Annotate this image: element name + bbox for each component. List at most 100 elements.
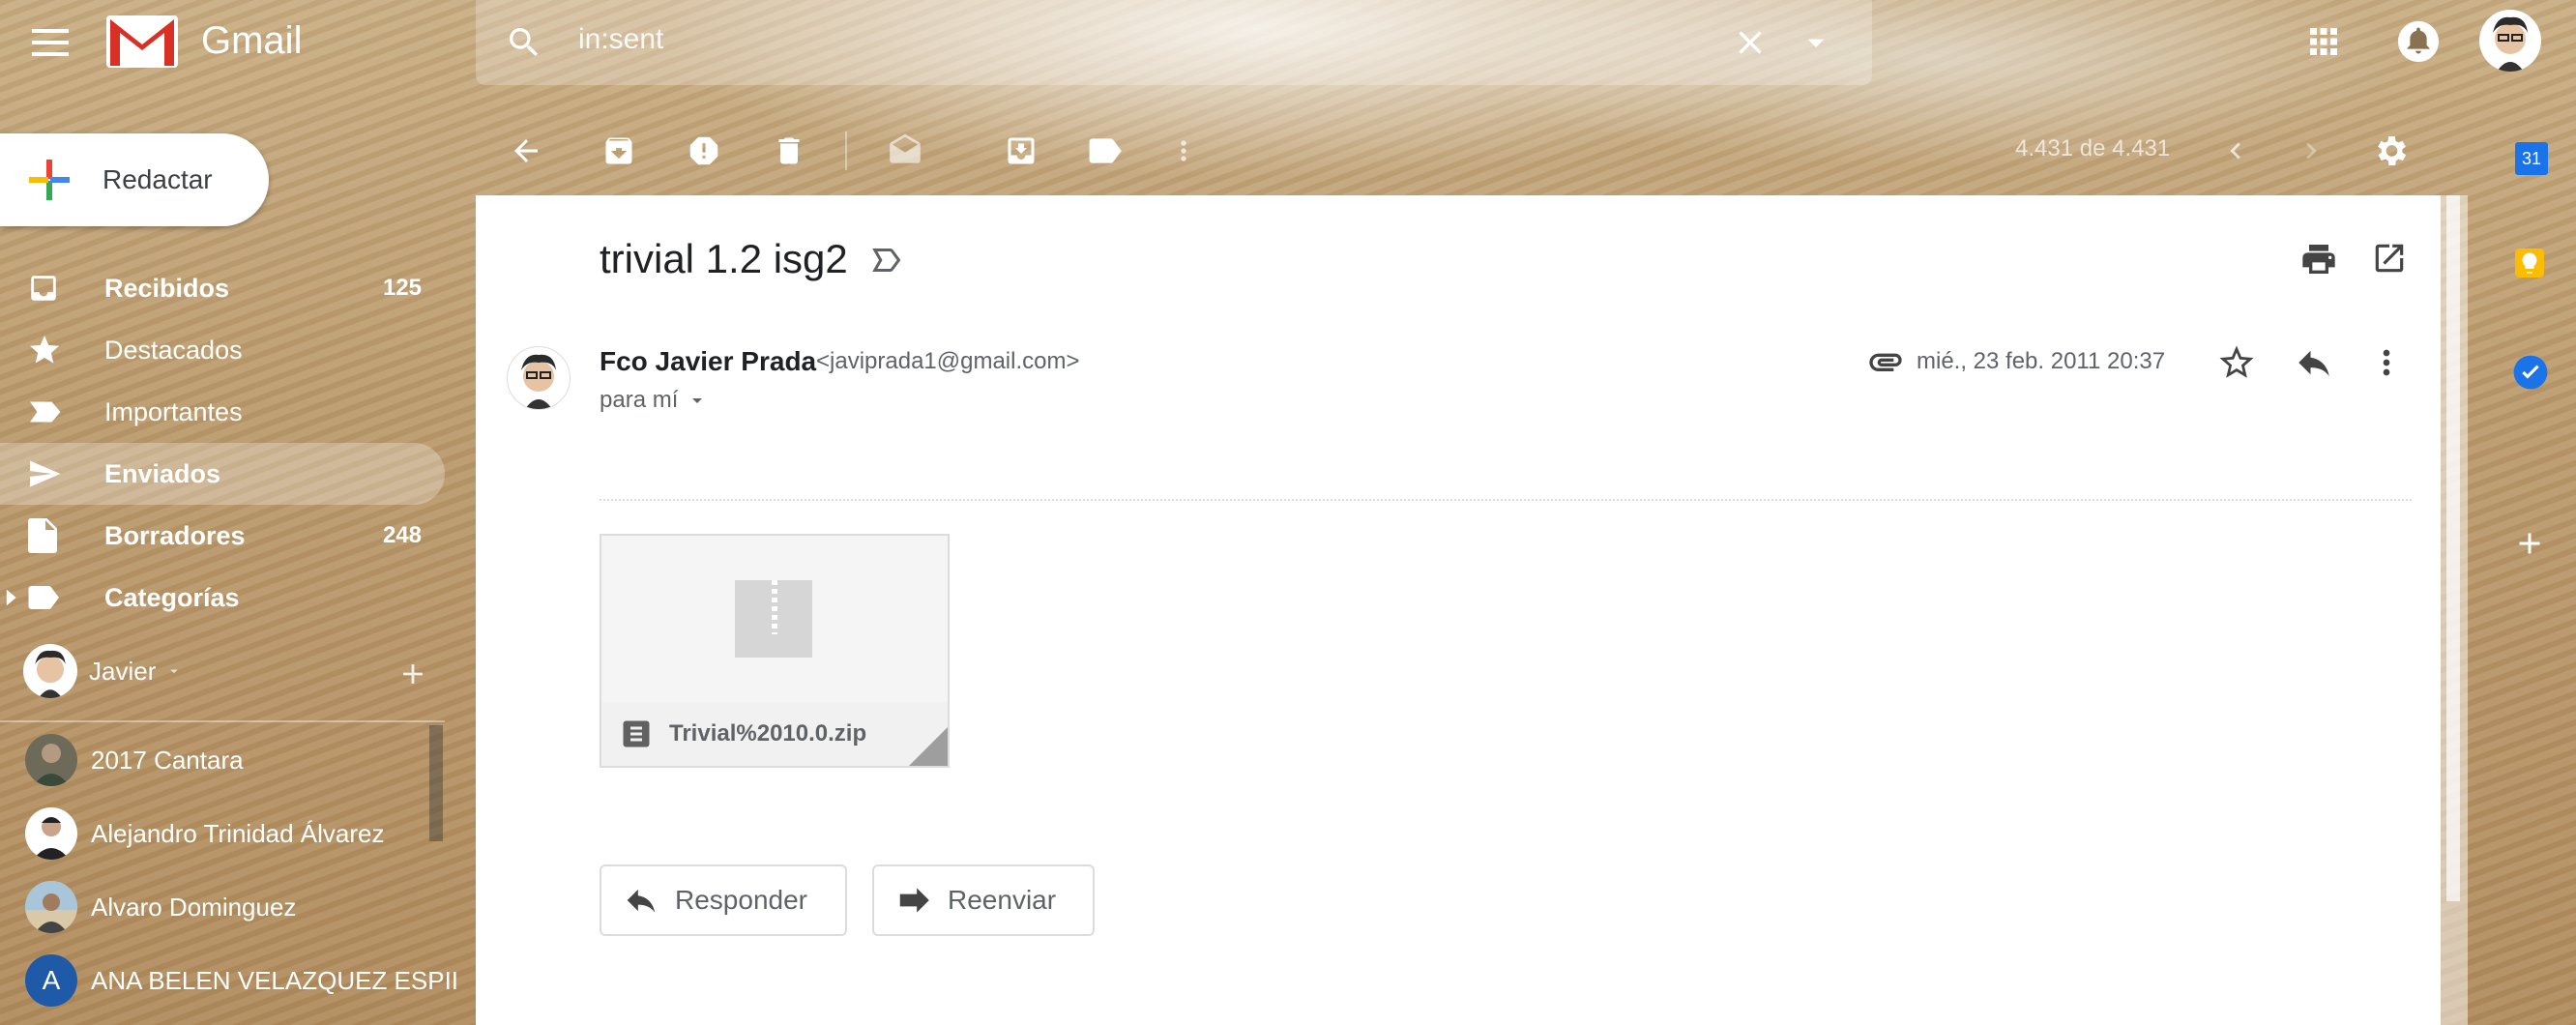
divider: [845, 132, 847, 170]
sidebar-item-drafts[interactable]: Borradores 248: [0, 505, 445, 567]
tasks-icon[interactable]: [2512, 354, 2551, 393]
reply-label: Responder: [675, 885, 807, 915]
calendar-icon[interactable]: 31: [2512, 139, 2551, 178]
list-item[interactable]: Alejandro Trinidad Álvarez: [0, 797, 445, 870]
spam-icon: [689, 136, 718, 165]
move-to-button[interactable]: [994, 124, 1048, 178]
contact-name: Alvaro Dominguez: [91, 892, 297, 922]
expand-arrow-icon[interactable]: [4, 588, 17, 607]
sidebar-item-categories[interactable]: Categorías: [0, 567, 445, 629]
hangouts-user[interactable]: Javier: [23, 644, 183, 698]
list-item[interactable]: 2017 Cantara: [0, 723, 445, 797]
divider: [600, 499, 2412, 501]
recipient-text: para mí: [600, 387, 679, 413]
notifications-icon[interactable]: [2396, 19, 2441, 64]
newer-button[interactable]: [2209, 124, 2263, 178]
attachment-card[interactable]: Trivial%2010.0.zip: [600, 534, 950, 768]
add-contact-icon[interactable]: [396, 658, 429, 690]
delete-button[interactable]: [762, 124, 816, 178]
more-actions-button[interactable]: [1156, 124, 1211, 178]
avatar: [23, 644, 77, 698]
gear-icon: [2378, 136, 2407, 165]
sidebar-item-label: Importantes: [104, 396, 243, 426]
more-vert-icon: [1181, 140, 1186, 161]
list-item[interactable]: A ANA BELEN VELAZQUEZ ESPII: [0, 944, 458, 1017]
arrow-back-icon: [514, 139, 538, 162]
sidebar-item-sent[interactable]: Enviados: [0, 443, 445, 505]
attachment-footer: Trivial%2010.0.zip: [601, 702, 948, 766]
sidebar-item-inbox[interactable]: Recibidos 125: [0, 257, 445, 319]
important-icon: [30, 401, 61, 423]
forward-icon: [899, 888, 929, 913]
keep-bulb-icon: [2515, 249, 2544, 278]
back-button[interactable]: [499, 124, 553, 178]
hangouts-user-name: Javier: [89, 656, 157, 686]
forward-label: Reenviar: [948, 885, 1057, 915]
star-outline-icon[interactable]: [2216, 342, 2257, 383]
search-bar[interactable]: in:sent: [476, 0, 1872, 85]
open-new-window-icon[interactable]: [2371, 240, 2408, 277]
compose-button[interactable]: Redactar: [0, 133, 269, 226]
reply-icon[interactable]: [2294, 342, 2334, 383]
print-icon[interactable]: [2299, 240, 2338, 278]
attachment-icon: [1869, 353, 1902, 371]
account-avatar[interactable]: [2479, 10, 2541, 72]
keep-icon[interactable]: [2512, 246, 2551, 284]
sender-avatar[interactable]: [507, 346, 571, 410]
reply-button[interactable]: Responder: [600, 864, 847, 936]
unread-count: 125: [382, 275, 422, 301]
pagination-text: 4.431 de 4.431: [2015, 135, 2171, 161]
message-subject: trivial 1.2 isg2: [600, 236, 848, 281]
search-icon[interactable]: [505, 23, 543, 62]
report-spam-button[interactable]: [677, 124, 731, 178]
attachment-name: Trivial%2010.0.zip: [669, 720, 867, 747]
label-icon: [28, 586, 59, 609]
sidebar-item-label: Recibidos: [104, 273, 230, 303]
divider: [0, 720, 445, 722]
star-icon: [30, 336, 59, 364]
avatar: A: [25, 954, 77, 1007]
reply-icon: [627, 889, 656, 913]
archive-button[interactable]: [592, 124, 646, 178]
clear-search-icon[interactable]: [1731, 23, 1770, 62]
search-input[interactable]: in:sent: [578, 23, 663, 56]
settings-button[interactable]: [2363, 124, 2417, 178]
message-date: mié., 23 feb. 2011 20:37: [1917, 348, 2166, 374]
label-outline-icon[interactable]: [868, 246, 903, 275]
plus-icon: [2519, 533, 2540, 554]
more-vert-icon[interactable]: [2367, 342, 2406, 383]
send-icon: [30, 460, 61, 487]
search-options-icon[interactable]: [1797, 23, 1835, 62]
list-item[interactable]: Alvaro Dominguez: [0, 870, 445, 944]
contact-name: 2017 Cantara: [91, 745, 244, 775]
sender-email: <javiprada1@gmail.com>: [816, 348, 1080, 374]
get-addons-button[interactable]: [2512, 526, 2551, 565]
contact-initial: A: [42, 965, 61, 995]
caret-down-icon: [692, 398, 703, 403]
mark-unread-button[interactable]: [878, 124, 932, 178]
main-menu-button[interactable]: [27, 19, 73, 66]
app-name: Gmail: [201, 18, 303, 62]
draft-count: 248: [382, 522, 422, 548]
apps-grid-icon[interactable]: [2303, 21, 2344, 62]
scrollbar-thumb[interactable]: [2446, 195, 2460, 901]
sidebar-item-label: Categorías: [104, 582, 240, 612]
labels-button[interactable]: [1079, 124, 1133, 178]
contact-photo-icon: [33, 817, 70, 860]
sidebar-item-starred[interactable]: Destacados: [0, 319, 445, 381]
calendar-day-badge: 31: [2515, 142, 2548, 175]
chevron-right-icon: [2306, 142, 2317, 160]
compose-plus-icon: [29, 160, 70, 200]
sidebar-item-important[interactable]: Importantes: [0, 381, 445, 443]
tasks-check-icon: [2513, 355, 2548, 390]
sender-name[interactable]: Fco Javier Prada: [600, 346, 816, 377]
scrollbar[interactable]: [2441, 195, 2468, 1025]
recipient-details-button[interactable]: para mí: [600, 387, 709, 414]
caret-down-icon[interactable]: [165, 662, 183, 680]
sidebar-item-label: Enviados: [104, 458, 221, 488]
older-button[interactable]: [2284, 124, 2338, 178]
avatar-caricature-icon: [35, 650, 66, 698]
gmail-logo[interactable]: Gmail: [104, 12, 302, 70]
forward-button[interactable]: Reenviar: [872, 864, 1095, 936]
contact-photo-icon: [25, 881, 77, 933]
